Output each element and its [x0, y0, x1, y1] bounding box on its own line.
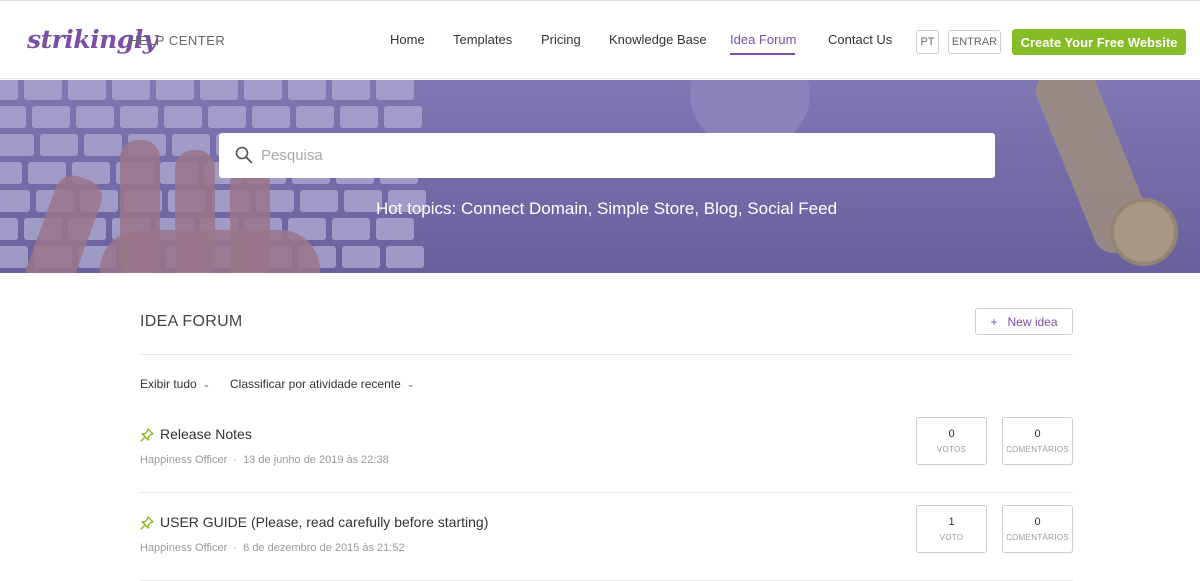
- page-title: IDEA FORUM: [140, 313, 243, 330]
- comment-count: 0 COMENTÁRIOS: [1002, 417, 1073, 465]
- post-author[interactable]: Happiness Officer: [140, 542, 227, 554]
- language-button[interactable]: PT: [916, 30, 939, 54]
- meta-separator: ·: [230, 542, 241, 554]
- site-header: strikingly HELP CENTER Home Templates Pr…: [0, 0, 1200, 79]
- pin-icon: [140, 516, 154, 530]
- search-input[interactable]: [261, 133, 981, 178]
- sort-label: Classificar por atividade recente: [230, 377, 401, 391]
- post-meta: Happiness Officer · 13 de junho de 2019 …: [140, 454, 389, 466]
- search-icon: [235, 146, 253, 164]
- active-nav-underline: [730, 53, 795, 55]
- vote-count: 1 VOTO: [916, 505, 987, 553]
- plus-icon: +: [990, 314, 998, 329]
- login-button[interactable]: ENTRAR: [948, 30, 1001, 54]
- vote-label: VOTOS: [936, 445, 967, 454]
- nav-home[interactable]: Home: [390, 32, 425, 47]
- create-website-button[interactable]: Create Your Free Website: [1012, 29, 1186, 55]
- nav-idea-forum[interactable]: Idea Forum: [730, 32, 796, 47]
- vote-number: 0: [948, 428, 955, 440]
- sort-filter[interactable]: Classificar por atividade recente ⌄: [230, 377, 414, 391]
- post-date: 13 de junho de 2019 às 22:38: [243, 454, 389, 466]
- post-date: 6 de dezembro de 2015 às 21:52: [243, 542, 405, 554]
- new-idea-button[interactable]: + New idea: [975, 308, 1073, 335]
- show-all-label: Exibir tudo: [140, 377, 197, 391]
- comment-count: 0 COMENTÁRIOS: [1002, 505, 1073, 553]
- vote-label: VOTO: [939, 533, 964, 542]
- post-author[interactable]: Happiness Officer: [140, 454, 227, 466]
- chevron-down-icon: ⌄: [202, 379, 211, 389]
- nav-templates[interactable]: Templates: [453, 32, 512, 47]
- chevron-down-icon: ⌄: [406, 379, 415, 389]
- comment-number: 0: [1034, 516, 1041, 528]
- nav-knowledge-base[interactable]: Knowledge Base: [609, 32, 707, 47]
- divider: [140, 492, 1073, 493]
- search-box[interactable]: [219, 133, 995, 178]
- hero-banner: Hot topics: Connect Domain, Simple Store…: [0, 80, 1200, 273]
- divider: [140, 354, 1073, 355]
- nav-contact-us[interactable]: Contact Us: [828, 32, 892, 47]
- vote-count: 0 VOTOS: [916, 417, 987, 465]
- pin-icon: [140, 428, 154, 442]
- meta-separator: ·: [230, 454, 241, 466]
- list-item: Release Notes Happiness Officer · 13 de …: [140, 417, 1073, 514]
- new-idea-label: New idea: [1007, 314, 1058, 329]
- comment-number: 0: [1034, 428, 1041, 440]
- post-title[interactable]: Release Notes: [160, 426, 252, 442]
- hot-topics: Hot topics: Connect Domain, Simple Store…: [375, 199, 838, 218]
- post-meta: Happiness Officer · 6 de dezembro de 201…: [140, 542, 405, 554]
- comment-label: COMENTÁRIOS: [1006, 533, 1069, 542]
- post-title[interactable]: USER GUIDE (Please, read carefully befor…: [160, 514, 488, 530]
- nav-pricing[interactable]: Pricing: [541, 32, 581, 47]
- vote-number: 1: [948, 516, 955, 528]
- comment-label: COMENTÁRIOS: [1006, 445, 1069, 454]
- help-center-label[interactable]: HELP CENTER: [129, 33, 225, 48]
- list-item: USER GUIDE (Please, read carefully befor…: [140, 505, 1073, 581]
- show-all-filter[interactable]: Exibir tudo ⌄: [140, 377, 210, 391]
